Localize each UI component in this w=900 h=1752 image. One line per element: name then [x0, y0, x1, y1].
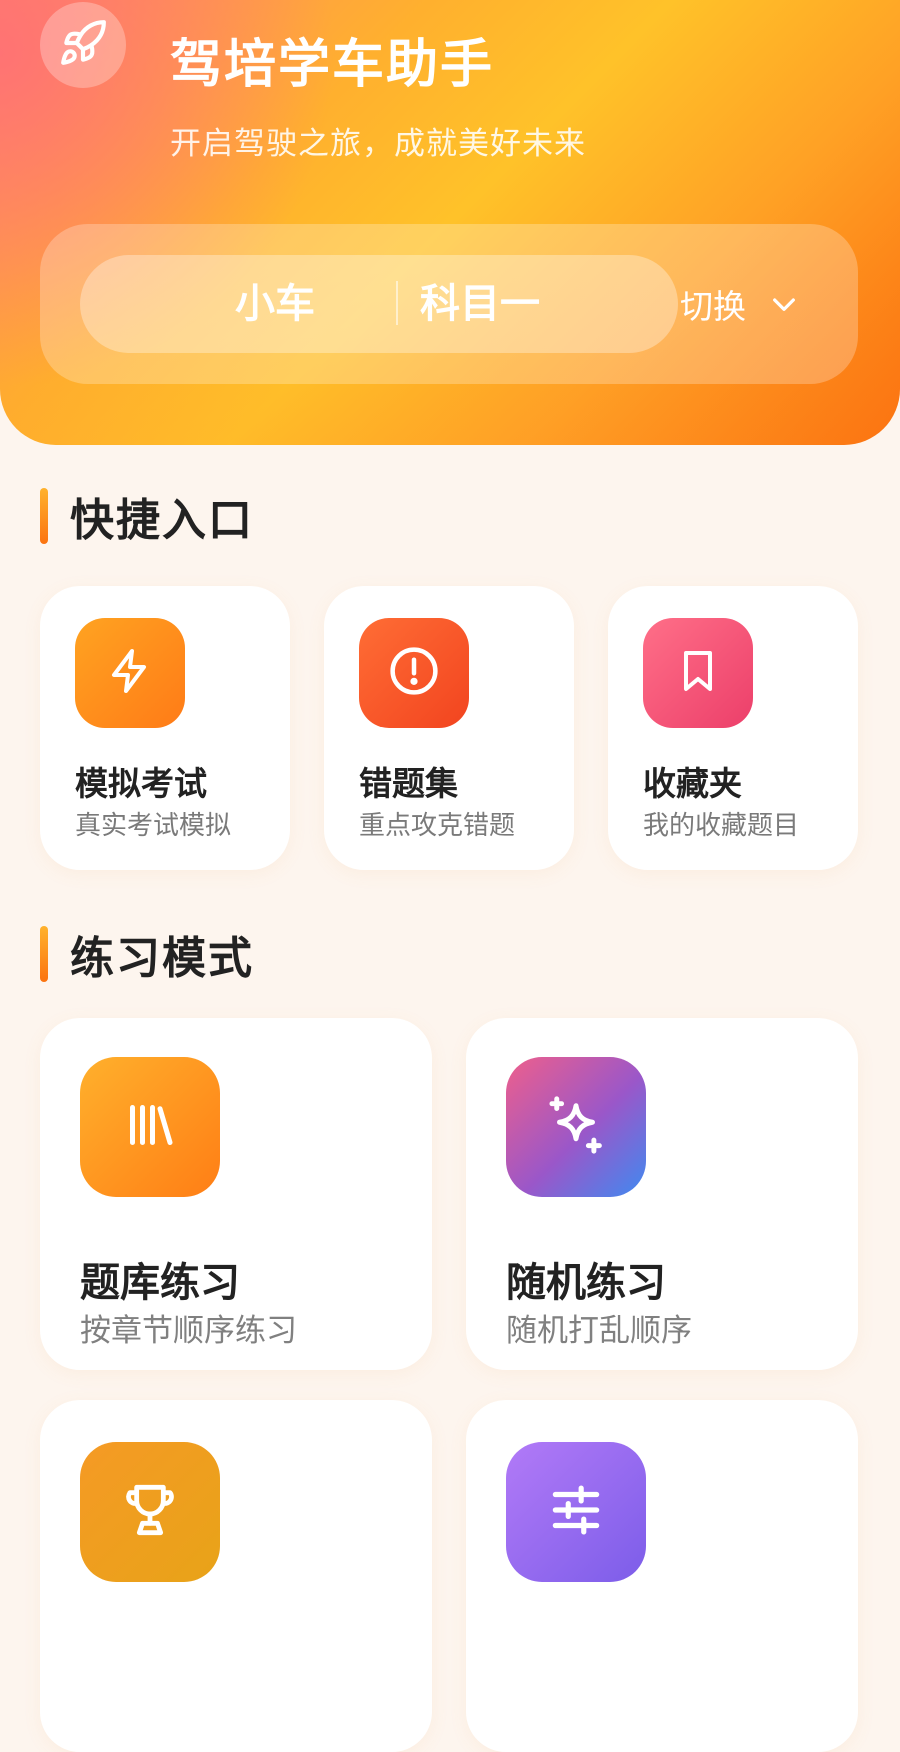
section-accent-bar: [40, 488, 48, 544]
quick-entry-title: 快捷入口: [70, 495, 254, 546]
chevron-down-icon: [768, 288, 800, 320]
switch-button[interactable]: 切换: [680, 276, 800, 332]
card-title: 模拟考试: [75, 764, 207, 803]
subject-label: 科目一: [420, 281, 540, 327]
selector-divider: [396, 281, 398, 325]
app-header: 驾培学车助手 开启驾驶之旅，成就美好未来 小车 科目一 切换: [0, 0, 900, 445]
card-subtitle: 按章节顺序练习: [80, 1313, 297, 1349]
card-title: 随机练习: [506, 1260, 666, 1306]
trophy-icon: [118, 1478, 182, 1546]
favorites-card[interactable]: 收藏夹 我的收藏题目: [608, 586, 858, 870]
lightning-icon: [106, 647, 154, 699]
library-icon: [120, 1095, 180, 1159]
random-practice-card[interactable]: 随机练习 随机打乱顺序: [466, 1018, 858, 1370]
card-subtitle: 重点攻克错题: [359, 811, 516, 841]
wrong-questions-icon-tile: [359, 618, 469, 728]
section-accent-bar: [40, 926, 48, 982]
card-subtitle: 我的收藏题目: [643, 811, 800, 841]
mock-exam-icon-tile: [75, 618, 185, 728]
card-title: 收藏夹: [643, 764, 742, 803]
mock-exam-card[interactable]: 模拟考试 真实考试模拟: [40, 586, 290, 870]
practice-card-sliders[interactable]: [466, 1400, 858, 1752]
trophy-icon-tile: [80, 1442, 220, 1582]
app-logo: [40, 2, 126, 88]
favorites-icon-tile: [643, 618, 753, 728]
quick-entry-section-title: 快捷入口: [40, 486, 254, 546]
vehicle-type-label: 小车: [235, 281, 315, 327]
app-subtitle: 开启驾驶之旅，成就美好未来: [170, 126, 586, 162]
sliders-icon-tile: [506, 1442, 646, 1582]
question-bank-icon-tile: [80, 1057, 220, 1197]
card-title: 错题集: [359, 764, 458, 803]
practice-mode-section-title: 练习模式: [40, 924, 254, 984]
sliders-icon: [545, 1479, 607, 1545]
card-subtitle: 真实考试模拟: [75, 811, 232, 841]
alert-circle-icon: [387, 644, 441, 702]
card-subtitle: 随机打乱顺序: [506, 1313, 692, 1349]
random-practice-icon-tile: [506, 1057, 646, 1197]
exam-selector-panel: 小车 科目一 切换: [40, 224, 858, 384]
app-title: 驾培学车助手: [170, 35, 495, 95]
bookmark-icon: [674, 647, 722, 699]
practice-mode-title: 练习模式: [70, 933, 254, 984]
switch-label: 切换: [680, 287, 746, 326]
exam-selector-pill[interactable]: 小车 科目一: [80, 255, 678, 353]
question-bank-practice-card[interactable]: 题库练习 按章节顺序练习: [40, 1018, 432, 1370]
wrong-questions-card[interactable]: 错题集 重点攻克错题: [324, 586, 574, 870]
practice-card-trophy[interactable]: [40, 1400, 432, 1752]
card-title: 题库练习: [80, 1260, 240, 1306]
rocket-icon: [58, 18, 108, 72]
sparkles-icon: [543, 1092, 609, 1162]
